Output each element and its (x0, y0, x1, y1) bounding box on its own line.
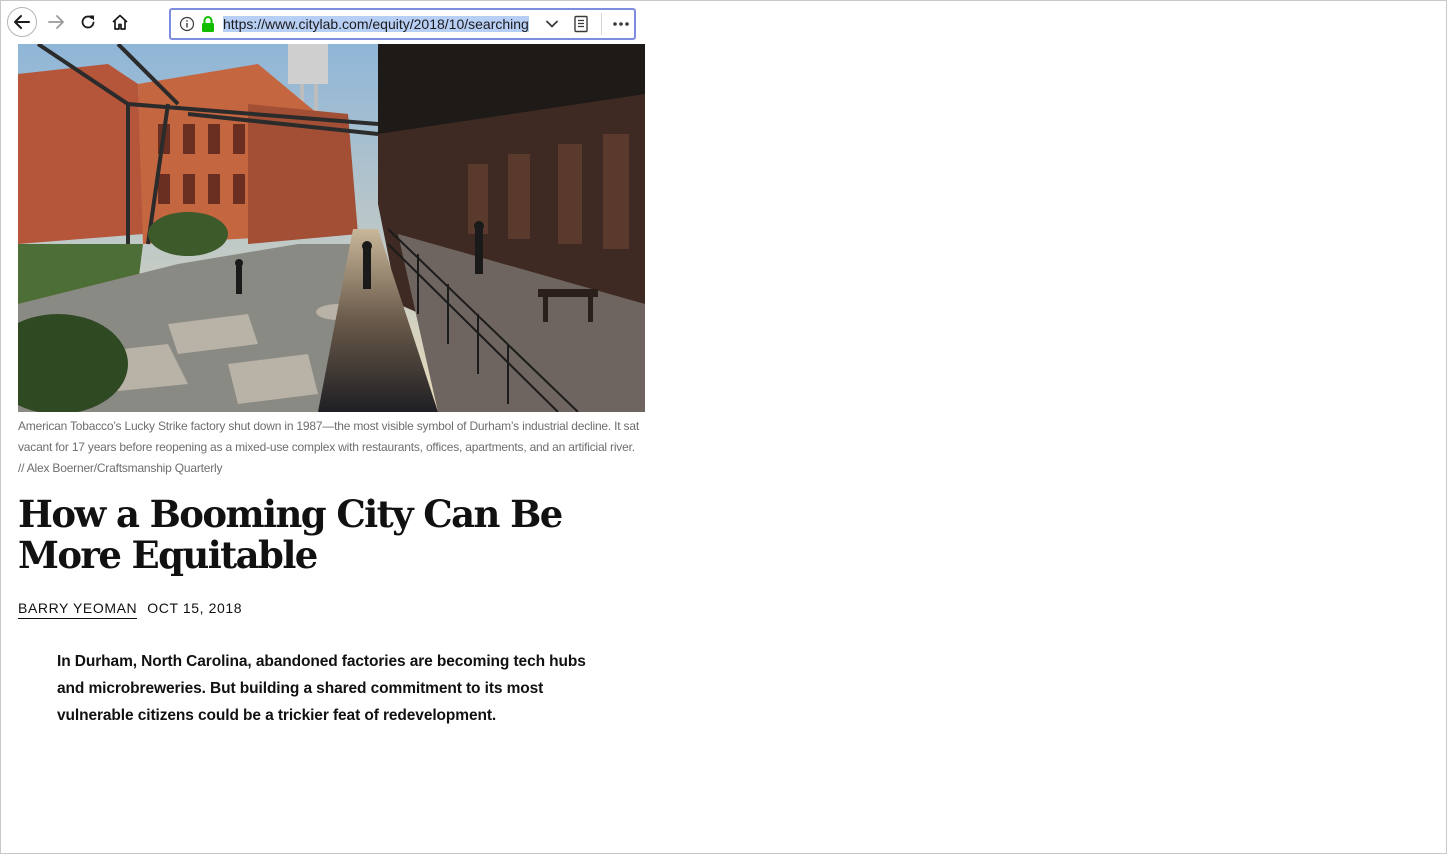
reload-button[interactable] (73, 7, 103, 37)
more-options-icon[interactable] (611, 15, 631, 33)
url-bar-divider (601, 13, 602, 35)
publish-date: OCT 15, 2018 (147, 600, 243, 616)
reload-icon (81, 15, 95, 29)
chevron-down-icon[interactable] (545, 17, 559, 31)
url-bar[interactable]: https://www.citylab.com/equity/2018/10/s… (169, 8, 636, 40)
url-text-selected: https://www.citylab.com/equity/2018/10/s… (223, 16, 529, 32)
arrow-left-icon (14, 15, 30, 29)
info-icon[interactable] (179, 16, 195, 32)
forward-button[interactable] (41, 7, 71, 37)
hero-photo (18, 44, 645, 412)
browser-toolbar: https://www.citylab.com/equity/2018/10/s… (1, 1, 645, 43)
article-headline: How a Booming City Can Be More Equitable (18, 492, 563, 577)
reader-view-icon[interactable] (573, 15, 589, 33)
url-input[interactable]: https://www.citylab.com/equity/2018/10/s… (223, 15, 537, 33)
back-button[interactable] (7, 7, 37, 37)
home-icon (112, 14, 128, 30)
home-button[interactable] (105, 7, 135, 37)
arrow-right-icon (48, 15, 64, 29)
byline: BARRY YEOMAN OCT 15, 2018 (18, 600, 243, 619)
image-caption: American Tobacco’s Lucky Strike factory … (18, 419, 639, 475)
author-link[interactable]: BARRY YEOMAN (18, 600, 138, 619)
hero-image (18, 44, 645, 412)
lock-icon[interactable] (201, 15, 215, 33)
article-dek: In Durham, North Carolina, abandoned fac… (57, 653, 586, 724)
